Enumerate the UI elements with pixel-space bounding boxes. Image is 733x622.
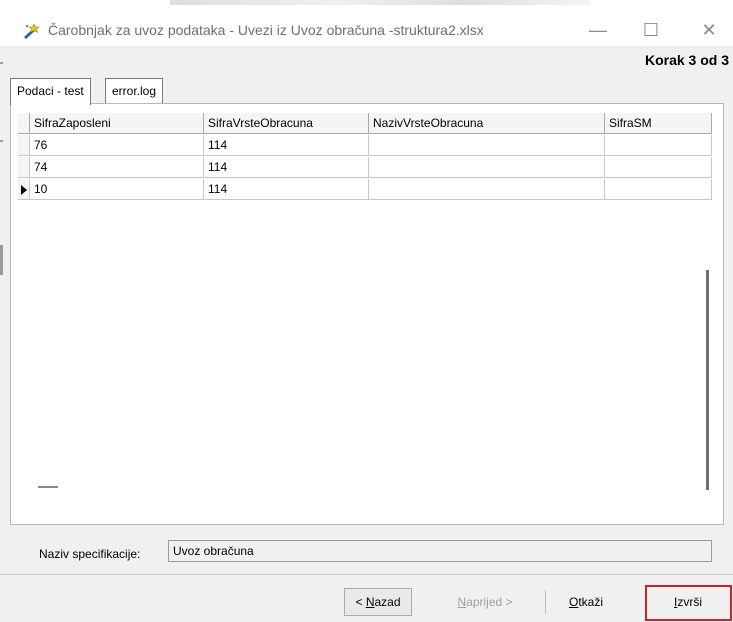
table-cell[interactable] bbox=[605, 135, 712, 156]
table-cell[interactable]: 76 bbox=[30, 135, 204, 156]
row-indicator[interactable] bbox=[18, 179, 30, 200]
column-header[interactable]: SifraVrsteObracuna bbox=[204, 113, 369, 134]
back-button[interactable]: < Nazad bbox=[344, 588, 412, 616]
table-cell[interactable] bbox=[369, 157, 605, 178]
specification-label: Naziv specifikacije: bbox=[39, 547, 141, 561]
wand-icon bbox=[24, 23, 40, 39]
wizard-step-label: Korak 3 od 3 bbox=[644, 52, 729, 68]
grid-footer-divider bbox=[38, 486, 58, 488]
table-cell[interactable]: 74 bbox=[30, 157, 204, 178]
finish-button[interactable]: Izvrši bbox=[655, 588, 721, 616]
cancel-button-rest: tkaži bbox=[578, 595, 604, 609]
table-cell[interactable]: 10 bbox=[30, 179, 204, 200]
maximize-icon[interactable]: ☐ bbox=[636, 18, 666, 42]
window-edge bbox=[0, 140, 3, 142]
vertical-scrollbar[interactable] bbox=[706, 270, 709, 490]
next-button: Naprijed > bbox=[449, 588, 521, 616]
back-button-prefix: < bbox=[355, 595, 366, 609]
table-cell[interactable]: 114 bbox=[204, 135, 369, 156]
tab-error-log[interactable]: error.log bbox=[105, 78, 164, 103]
tab-podaci-test[interactable]: Podaci - test bbox=[10, 78, 91, 105]
table-cell[interactable] bbox=[605, 157, 712, 178]
table-cell[interactable] bbox=[605, 179, 712, 200]
row-indicator[interactable] bbox=[18, 157, 30, 178]
column-header[interactable]: SifraSM bbox=[605, 113, 712, 134]
table-cell[interactable] bbox=[369, 179, 605, 200]
footer-separator bbox=[0, 574, 733, 575]
minimize-icon[interactable]: — bbox=[583, 18, 613, 42]
table-cell[interactable] bbox=[369, 135, 605, 156]
header-indicator-cell bbox=[18, 113, 30, 134]
title-bar: Čarobnjak za uvoz podataka - Uvezi iz Uv… bbox=[0, 0, 733, 46]
next-button-rest: aprijed > bbox=[466, 595, 513, 609]
column-header[interactable]: NazivVrsteObracuna bbox=[369, 113, 605, 134]
column-header[interactable]: SifraZaposleni bbox=[30, 113, 204, 134]
finish-button-rest: zvrši bbox=[677, 595, 702, 609]
cancel-button[interactable]: Otkaži bbox=[556, 588, 616, 616]
current-row-arrow-icon bbox=[21, 185, 27, 195]
back-button-rest: azad bbox=[374, 595, 401, 609]
window-edge bbox=[0, 62, 3, 64]
next-button-accel: N bbox=[457, 595, 467, 609]
specification-name-field[interactable]: Uvoz obračuna bbox=[168, 540, 712, 562]
table-cell[interactable]: 114 bbox=[204, 157, 369, 178]
row-indicator[interactable] bbox=[18, 135, 30, 156]
window-title: Čarobnjak za uvoz podataka - Uvezi iz Uv… bbox=[48, 22, 484, 38]
table-cell[interactable]: 114 bbox=[204, 179, 369, 200]
window-edge bbox=[0, 245, 3, 275]
cancel-button-accel: O bbox=[568, 595, 579, 609]
background-strip bbox=[170, 0, 590, 5]
button-separator bbox=[545, 590, 546, 614]
data-grid[interactable]: SifraZaposleni SifraVrsteObracuna NazivV… bbox=[18, 113, 712, 513]
close-icon[interactable]: ✕ bbox=[694, 18, 724, 42]
